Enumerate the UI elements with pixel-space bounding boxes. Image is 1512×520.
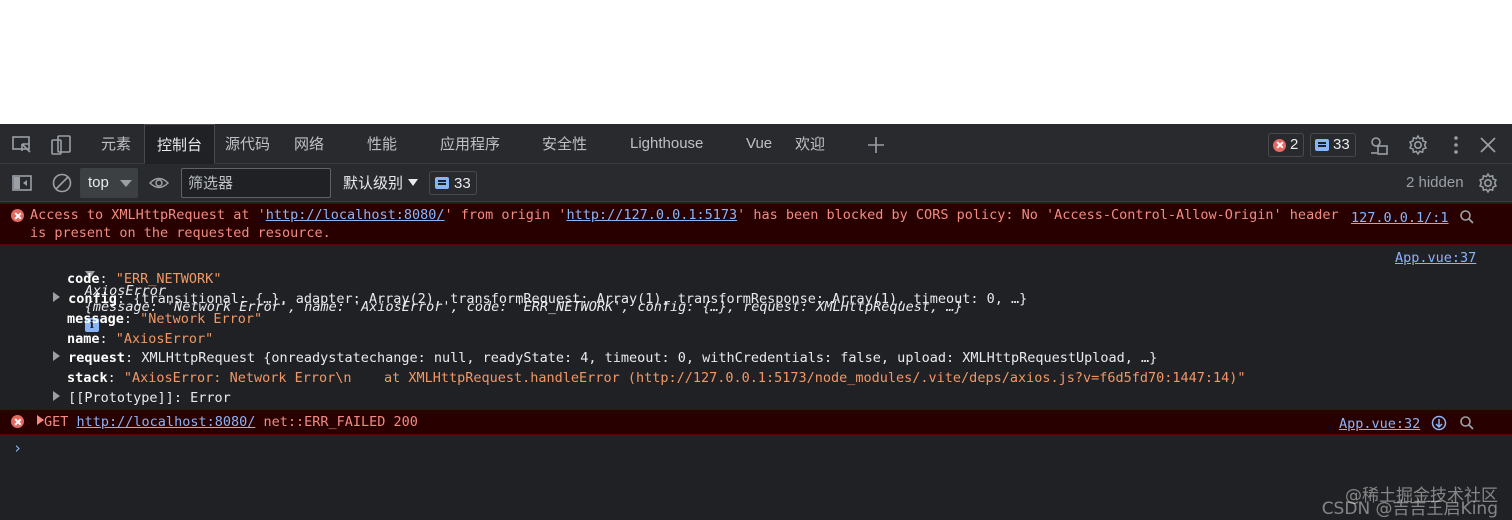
console-error-get: GET http://localhost:8080/ net::ERR_FAIL…	[0, 409, 1512, 435]
source-link-app-vue-32[interactable]: App.vue:32	[1339, 416, 1420, 432]
hidden-messages-count: 2 hidden	[1406, 174, 1464, 191]
chevron-down-icon	[120, 180, 132, 187]
error-icon	[11, 415, 24, 428]
caret-down-icon	[408, 179, 419, 186]
prop-message: message: "Network Error"	[67, 311, 263, 327]
log-levels-dropdown[interactable]: 默认级别	[343, 168, 419, 198]
page-blank-area	[0, 0, 1512, 124]
console-error-cors: Access to XMLHttpRequest at 'http://loca…	[0, 203, 1512, 245]
network-request-icon[interactable]	[1431, 415, 1447, 431]
source-link-cors[interactable]: 127.0.0.1/:1	[1351, 210, 1449, 226]
tab-welcome[interactable]: 欢迎	[795, 124, 825, 164]
add-tab-icon[interactable]	[865, 134, 887, 156]
message-icon	[1315, 139, 1329, 151]
tab-lighthouse[interactable]: Lighthouse	[630, 124, 703, 164]
tab-console[interactable]: 控制台	[144, 124, 216, 164]
issues-count-badge[interactable]: 33	[429, 171, 477, 195]
tab-application[interactable]: 应用程序	[440, 124, 500, 164]
clear-console-icon[interactable]	[51, 172, 73, 194]
prop-stack: stack: "AxiosError: Network Error\n at X…	[67, 370, 1246, 386]
origin-url-link[interactable]: http://127.0.0.1:5173	[566, 207, 737, 223]
console-toolbar: top 默认级别 33 2 hidden	[0, 164, 1512, 202]
prop-prototype[interactable]: [[Prototype]]: Error	[53, 390, 231, 406]
error-icon	[1273, 138, 1286, 152]
message-icon	[435, 177, 449, 189]
more-options-icon[interactable]	[1445, 134, 1467, 156]
tab-elements[interactable]: 元素	[101, 124, 131, 164]
prop-config[interactable]: config: {transitional: {…}, adapter: Arr…	[53, 291, 1027, 307]
context-selector[interactable]: top	[80, 168, 138, 198]
devtools-tabbar: 元素 控制台 源代码 网络 性能 应用程序 安全性 Lighthouse Vue…	[0, 124, 1512, 164]
tab-sources[interactable]: 源代码	[225, 124, 270, 164]
live-expression-eye-icon[interactable]	[148, 172, 170, 194]
tab-vue[interactable]: Vue	[746, 124, 772, 164]
customize-icon[interactable]	[1368, 134, 1390, 156]
error-count-badge[interactable]: 2	[1268, 133, 1305, 157]
watermark-csdn: CSDN @吉吉王启King	[1321, 499, 1498, 519]
sidebar-toggle-icon[interactable]	[11, 172, 33, 194]
filter-input[interactable]	[181, 168, 331, 198]
device-toolbar-icon[interactable]	[50, 134, 72, 156]
error-icon	[11, 209, 24, 222]
tab-security[interactable]: 安全性	[542, 124, 587, 164]
inspect-element-icon[interactable]	[11, 134, 33, 156]
request-url-link[interactable]: http://localhost:8080/	[77, 414, 256, 430]
expand-triangle-icon[interactable]	[53, 292, 60, 302]
settings-gear-icon[interactable]	[1407, 134, 1429, 156]
close-devtools-icon[interactable]	[1477, 134, 1499, 156]
expand-triangle-icon[interactable]	[53, 391, 60, 401]
search-icon[interactable]	[1459, 209, 1475, 225]
console-prompt-chevron-icon[interactable]: ›	[13, 439, 22, 457]
expand-triangle-icon[interactable]	[37, 415, 44, 425]
expand-triangle-icon[interactable]	[53, 351, 60, 361]
source-link-app-vue-37[interactable]: App.vue:37	[1395, 250, 1476, 266]
tab-network[interactable]: 网络	[294, 124, 324, 164]
message-count-badge[interactable]: 33	[1310, 133, 1356, 157]
console-log-axios-error: AxiosError {message: 'Network Error', na…	[0, 246, 1512, 408]
cors-url-link[interactable]: http://localhost:8080/	[266, 207, 445, 223]
tab-performance[interactable]: 性能	[367, 124, 397, 164]
search-icon[interactable]	[1459, 415, 1475, 431]
devtools-panel: 元素 控制台 源代码 网络 性能 应用程序 安全性 Lighthouse Vue…	[0, 124, 1512, 520]
prop-request[interactable]: request: XMLHttpRequest {onreadystatecha…	[53, 350, 1157, 366]
console-settings-gear-icon[interactable]	[1477, 172, 1499, 194]
prop-name: name: "AxiosError"	[67, 331, 214, 347]
prop-code: code: "ERR_NETWORK"	[67, 271, 222, 287]
